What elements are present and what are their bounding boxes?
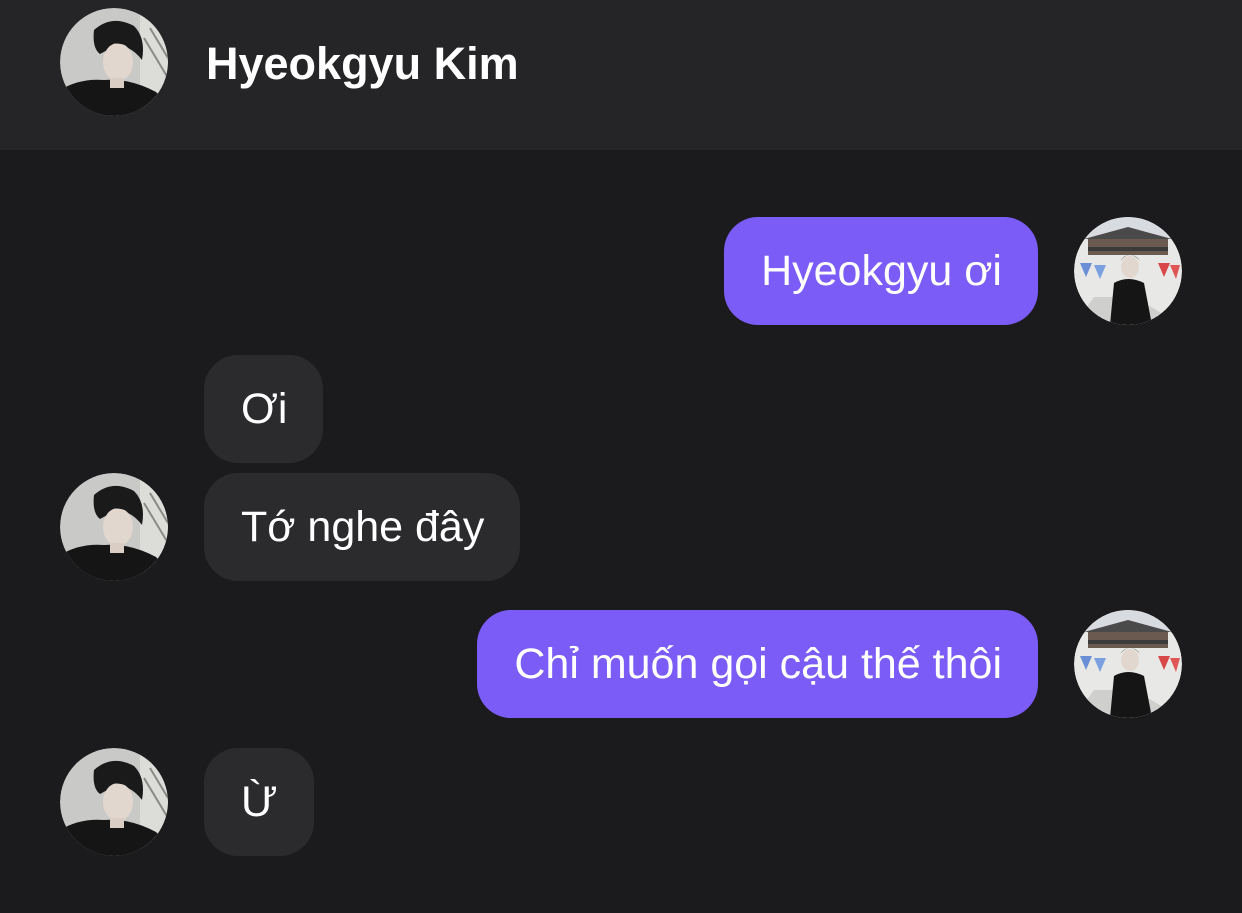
contact-avatar[interactable]	[60, 8, 168, 116]
chat-header: Hyeokgyu Kim	[0, 0, 1242, 150]
my-avatar-icon	[1074, 610, 1182, 718]
message-text: Ừ	[241, 778, 278, 826]
message-text: Chỉ muốn gọi cậu thế thôi	[514, 640, 1002, 688]
chat-window: Hyeokgyu Kim Hyeokgyu ơi Ơi Tớ nghe đây …	[0, 0, 1242, 913]
message-text: Hyeokgyu ơi	[761, 247, 1002, 295]
message-bubble-incoming[interactable]: Ừ	[204, 748, 314, 856]
message-bubble-outgoing[interactable]: Chỉ muốn gọi cậu thế thôi	[477, 610, 1038, 718]
my-avatar[interactable]	[1074, 217, 1182, 325]
contact-avatar[interactable]	[60, 473, 168, 581]
message-bubble-incoming[interactable]: Ơi	[204, 355, 324, 463]
my-avatar[interactable]	[1074, 610, 1182, 718]
message-bubble-outgoing[interactable]: Hyeokgyu ơi	[724, 217, 1038, 325]
contact-name: Hyeokgyu Kim	[206, 38, 519, 89]
my-avatar-icon	[1074, 217, 1182, 325]
message-text: Ơi	[241, 385, 288, 433]
contact-avatar[interactable]	[60, 748, 168, 856]
contact-avatar-icon	[60, 473, 168, 581]
message-text: Tớ nghe đây	[241, 503, 485, 551]
contact-avatar-icon	[60, 748, 168, 856]
contact-avatar-icon	[60, 8, 168, 116]
message-bubble-incoming[interactable]: Tớ nghe đây	[204, 473, 521, 581]
